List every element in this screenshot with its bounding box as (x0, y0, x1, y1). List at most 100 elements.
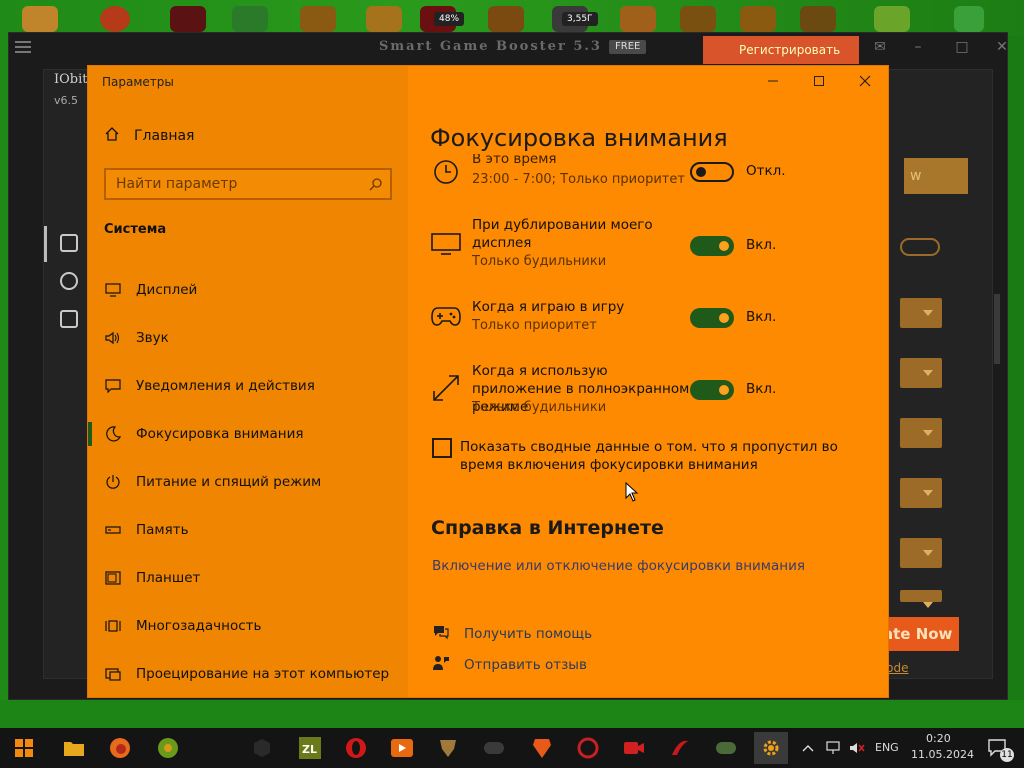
language-indicator[interactable]: ENG (875, 741, 899, 754)
get-help-link[interactable]: Получить помощь (432, 624, 592, 644)
rule-toggle[interactable] (690, 308, 734, 328)
start-button[interactable] (8, 732, 40, 764)
summary-checkbox-label[interactable]: Показать сводные данные о том. что я про… (460, 438, 860, 474)
desktop-bottom-strip (0, 700, 1024, 728)
network-icon[interactable] (822, 732, 844, 764)
settings-gear-icon[interactable] (754, 732, 788, 764)
booster-toggle[interactable] (900, 238, 940, 256)
nav-item-label: Дисплей (136, 282, 198, 298)
send-feedback-link[interactable]: Отправить отзыв (432, 655, 587, 675)
video-app-icon[interactable] (386, 732, 418, 764)
hamburger-menu-icon[interactable] (15, 41, 31, 53)
booster-dropdown-3[interactable] (900, 418, 942, 448)
nav-home-label: Главная (134, 128, 195, 144)
search-input[interactable] (106, 170, 362, 198)
booster-dropdown-1[interactable] (900, 298, 942, 328)
summary-checkbox[interactable] (432, 438, 452, 458)
rule-title: В это время (472, 154, 557, 167)
help-link[interactable]: Включение или отключение фокусировки вни… (432, 558, 805, 574)
controller-icon[interactable] (710, 732, 742, 764)
svg-text:ZL: ZL (302, 743, 317, 756)
booster-dropdown-5[interactable] (900, 538, 942, 568)
booster-maximize-button[interactable]: □ (953, 39, 971, 57)
tanks-game-icon[interactable] (432, 732, 464, 764)
gamepad-icon (430, 300, 462, 332)
desktop-icon-1[interactable] (22, 6, 58, 32)
minimize-button[interactable] (750, 66, 796, 96)
desktop-icon-14[interactable] (874, 6, 910, 32)
desktop-icon-3[interactable] (170, 6, 206, 32)
search-box (104, 168, 392, 200)
fullscreen-icon (430, 372, 462, 404)
nav-item-projecting[interactable]: Проецирование на этот компьютер (88, 650, 408, 698)
desktop-icon-11[interactable] (680, 6, 716, 32)
desktop-icon-10[interactable] (620, 6, 656, 32)
red-app-icon[interactable] (572, 732, 604, 764)
toolbox-icon[interactable] (60, 310, 78, 328)
settings-sidebar: Параметры Главная Система Дисплей Звук У… (88, 66, 408, 697)
red-swirl-icon[interactable] (664, 732, 696, 764)
file-explorer-icon[interactable] (58, 732, 90, 764)
award-icon[interactable] (60, 272, 78, 290)
dashboard-icon[interactable] (60, 234, 78, 252)
chrome-icon[interactable] (152, 732, 184, 764)
nav-item-display[interactable]: Дисплей (88, 266, 408, 314)
help-heading: Справка в Интернете (431, 517, 664, 539)
firefox-icon[interactable] (104, 732, 136, 764)
page-title: Фокусировка внимания (430, 124, 728, 152)
rule-title: Когда я играю в игру (472, 299, 625, 315)
desktop-icon-6[interactable] (366, 6, 402, 32)
rule-toggle[interactable] (690, 380, 734, 400)
app-icon-dark[interactable] (246, 732, 278, 764)
rule-fullscreen-app: Когда я использую приложение в полноэкра… (430, 362, 870, 420)
nav-item-tablet[interactable]: Планшет (88, 554, 408, 602)
close-button[interactable] (842, 66, 888, 96)
desktop-icon-13[interactable] (800, 6, 836, 32)
booster-close-button[interactable]: ✕ (993, 39, 1011, 57)
nav-item-label: Проецирование на этот компьютер (136, 666, 390, 682)
nav-item-notifications[interactable]: Уведомления и действия (88, 362, 408, 410)
booster-minimize-button[interactable]: – (909, 39, 927, 57)
gamepad-app-icon[interactable] (478, 732, 510, 764)
booster-scrollbar[interactable] (994, 294, 1000, 364)
search-icon[interactable] (362, 177, 390, 191)
nav-item-storage[interactable]: Память (88, 506, 408, 554)
volume-muted-icon[interactable] (846, 732, 868, 764)
desktop-icon-4[interactable] (232, 6, 268, 32)
nav-item-sound[interactable]: Звук (88, 314, 408, 362)
monitor-icon (430, 228, 462, 260)
nav-item-focus-assist[interactable]: Фокусировка внимания (88, 410, 408, 458)
desktop-icon-12[interactable] (740, 6, 776, 32)
opera-icon[interactable] (340, 732, 372, 764)
desktop-icon-15[interactable] (954, 6, 984, 32)
clock-date[interactable]: 11.05.2024 (911, 748, 974, 761)
booster-dropdown-6[interactable] (900, 590, 942, 608)
rule-toggle[interactable] (690, 162, 734, 182)
rule-toggle-label: Вкл. (746, 381, 777, 397)
nav-home[interactable]: Главная (104, 126, 194, 146)
tray-overflow-icon[interactable] (798, 732, 818, 764)
rule-toggle[interactable] (690, 236, 734, 256)
zl-app-icon[interactable]: ZL (294, 732, 326, 764)
brave-icon[interactable] (526, 732, 558, 764)
rule-toggle-label: Вкл. (746, 237, 777, 253)
desktop-icon-2[interactable] (100, 6, 130, 32)
register-button[interactable]: Регистрировать (703, 36, 859, 64)
desktop-icon-5[interactable] (300, 6, 336, 32)
nav-item-label: Питание и спящий режим (136, 474, 322, 490)
desktop-icon-8[interactable] (488, 6, 524, 32)
maximize-button[interactable] (796, 66, 842, 96)
booster-action-button[interactable]: w (904, 158, 968, 194)
recorder-icon[interactable] (618, 732, 650, 764)
booster-dropdown-2[interactable] (900, 358, 942, 388)
booster-dropdown-4[interactable] (900, 478, 942, 508)
register-button-label: Регистрировать (739, 43, 841, 57)
notification-center-icon[interactable]: 11 (982, 732, 1014, 764)
nav-item-power[interactable]: Питание и спящий режим (88, 458, 408, 506)
nav-item-multitasking[interactable]: Многозадачность (88, 602, 408, 650)
booster-feedback-icon[interactable]: ✉ (871, 39, 889, 57)
clock-time[interactable]: 0:20 (926, 732, 951, 745)
booster-action-label: w (910, 168, 922, 184)
rule-subtitle: 23:00 - 7:00; Только приоритет (472, 172, 685, 187)
booster-active-indicator (44, 226, 47, 262)
